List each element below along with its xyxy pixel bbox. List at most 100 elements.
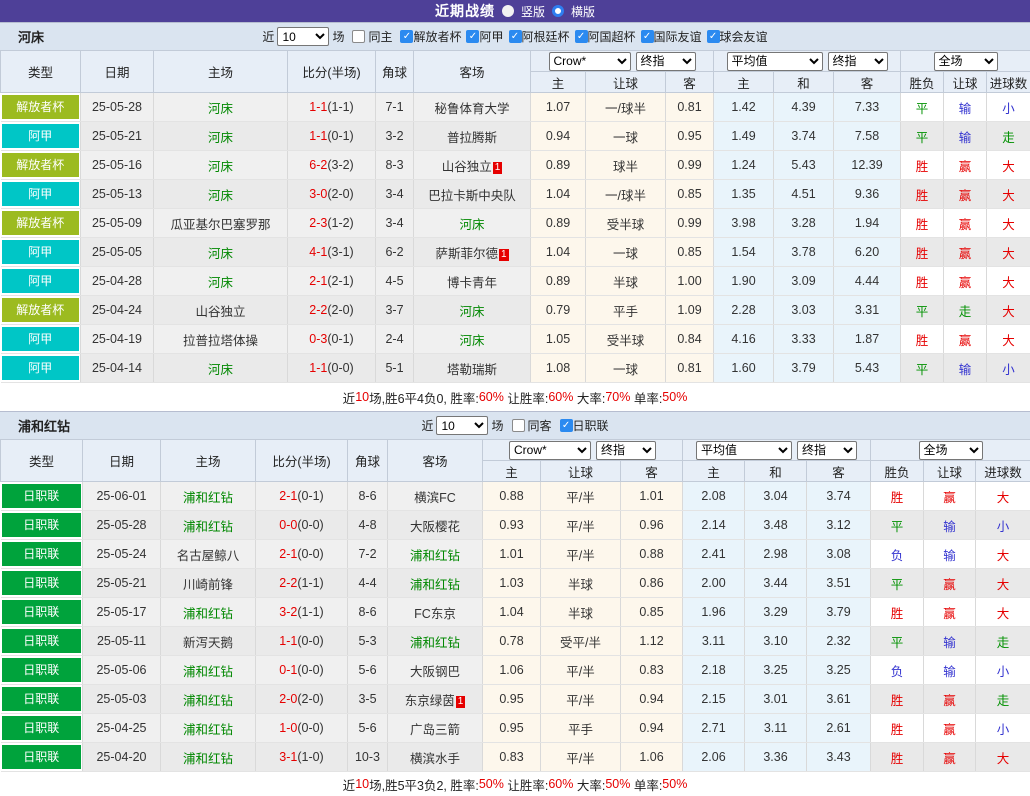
- halftime-score: (2-0): [327, 303, 353, 317]
- result-handicap: 赢: [924, 482, 976, 511]
- league-badge: 日职联: [2, 745, 82, 769]
- col-avg-away: 客: [834, 72, 901, 93]
- match-date: 25-05-16: [81, 151, 154, 180]
- halftime-score: (2-1): [327, 274, 353, 288]
- avg-away-odds: 5.43: [834, 354, 901, 383]
- league-filter-checkbox[interactable]: ✓: [575, 30, 588, 43]
- result-goals: 小: [987, 354, 1030, 383]
- league-filter-checkbox[interactable]: ✓: [400, 30, 413, 43]
- away-team-cell: 大阪钢巴: [388, 656, 483, 685]
- corner-score: 10-3: [348, 743, 388, 772]
- league-filter-checkbox[interactable]: ✓: [641, 30, 654, 43]
- avg-home-odds: 1.24: [714, 151, 774, 180]
- avg-draw-odds: 3.28: [774, 209, 834, 238]
- final-odds-select[interactable]: 终指: [636, 52, 696, 71]
- match-date: 25-05-28: [81, 93, 154, 122]
- handicap-line: 受平/半: [541, 627, 621, 656]
- match-date: 25-05-17: [83, 598, 161, 627]
- home-team-cell: 河床: [154, 180, 288, 209]
- odds-provider-select[interactable]: Crow*: [549, 52, 631, 71]
- handicap-home-odds: 1.01: [483, 540, 541, 569]
- fulltime-score: 2-2: [309, 303, 327, 317]
- match-date: 25-04-24: [81, 296, 154, 325]
- col-goals-result: 进球数: [976, 461, 1030, 482]
- score-cell: 2-1(0-1): [256, 482, 348, 511]
- league-badge: 解放者杯: [2, 95, 80, 119]
- same-away-checkbox[interactable]: [512, 419, 525, 432]
- result-winloss: 平: [901, 93, 944, 122]
- match-date: 25-05-03: [83, 685, 161, 714]
- match-date: 25-05-06: [83, 656, 161, 685]
- league-filter-checkbox[interactable]: ✓: [560, 419, 573, 432]
- away-team-name: 河床: [459, 334, 484, 348]
- match-date: 25-04-28: [81, 267, 154, 296]
- average-odds-select[interactable]: 平均值: [696, 441, 792, 460]
- stats-summary-river-plate: 近10场,胜6平4负0, 胜率:60% 让胜率:60% 大率:70% 单率:50…: [0, 383, 1030, 411]
- home-team-name: 浦和红钻: [183, 520, 233, 534]
- result-goals: 小: [976, 656, 1030, 685]
- home-team-name: 浦和红钻: [183, 752, 233, 766]
- league-filter-checkbox[interactable]: ✓: [466, 30, 479, 43]
- handicap-home-odds: 1.07: [531, 93, 586, 122]
- result-goals: 大: [976, 743, 1030, 772]
- scope-select[interactable]: 全场: [919, 441, 983, 460]
- corner-score: 8-3: [376, 151, 414, 180]
- league-filter-checkbox[interactable]: ✓: [509, 30, 522, 43]
- away-team-cell: 浦和红钻: [388, 569, 483, 598]
- red-card-badge: 1: [456, 696, 466, 708]
- away-team-name: 东京绿茵: [405, 694, 455, 708]
- red-card-badge: 1: [499, 249, 509, 261]
- league-badge: 解放者杯: [2, 298, 80, 322]
- match-row: 阿甲 25-04-19 拉普拉塔体操 0-3(0-1) 2-4 河床 1.05 …: [1, 325, 1030, 354]
- score-cell: 2-0(2-0): [256, 685, 348, 714]
- avg-home-odds: 4.16: [714, 325, 774, 354]
- home-team-name: 河床: [208, 276, 233, 290]
- avg-home-odds: 2.08: [683, 482, 745, 511]
- home-team-cell: 河床: [154, 122, 288, 151]
- home-team-name: 瓜亚基尔巴塞罗那: [170, 218, 270, 232]
- result-winloss: 负: [871, 656, 924, 685]
- league-filter-label: 阿甲: [479, 28, 503, 45]
- odds-provider-select[interactable]: Crow*: [509, 441, 591, 460]
- result-goals: 小: [976, 511, 1030, 540]
- score-cell: 3-2(1-1): [256, 598, 348, 627]
- match-count-select[interactable]: 10: [436, 416, 488, 435]
- scope-select[interactable]: 全场: [934, 52, 998, 71]
- handicap-line: 平/半: [541, 482, 621, 511]
- vertical-layout-radio[interactable]: [502, 5, 514, 17]
- result-handicap: 赢: [944, 151, 987, 180]
- summary-text: 近: [343, 388, 356, 407]
- corner-score: 3-5: [348, 685, 388, 714]
- match-count-select[interactable]: 10: [277, 27, 329, 46]
- avg-home-odds: 1.42: [714, 93, 774, 122]
- league-filter-checkbox[interactable]: ✓: [707, 30, 720, 43]
- average-odds-select[interactable]: 平均值: [727, 52, 823, 71]
- handicap-line: 一球: [586, 122, 666, 151]
- avg-home-odds: 2.00: [683, 569, 745, 598]
- handicap-home-odds: 0.89: [531, 151, 586, 180]
- league-filter-label: 国际友谊: [654, 28, 702, 45]
- col-date: 日期: [81, 51, 154, 93]
- home-team-cell: 山谷独立: [154, 296, 288, 325]
- score-cell: 0-3(0-1): [288, 325, 376, 354]
- result-handicap: 赢: [944, 180, 987, 209]
- result-handicap: 赢: [924, 598, 976, 627]
- same-home-checkbox[interactable]: [352, 30, 365, 43]
- handicap-away-odds: 0.84: [666, 325, 714, 354]
- final-odds-select[interactable]: 终指: [596, 441, 656, 460]
- final-avg-select[interactable]: 终指: [797, 441, 857, 460]
- home-team-cell: 拉普拉塔体操: [154, 325, 288, 354]
- home-team-name: 浦和红钻: [183, 607, 233, 621]
- corner-score: 3-2: [376, 122, 414, 151]
- same-away-label: 同客: [528, 417, 552, 434]
- summary-text: 场,胜6平4负0, 胜率:: [369, 388, 479, 407]
- league-badge-cell: 日职联: [1, 598, 83, 627]
- horizontal-layout-radio[interactable]: [552, 5, 564, 17]
- final-avg-select[interactable]: 终指: [828, 52, 888, 71]
- league-filter-group: ✓解放者杯✓阿甲✓阿根廷杯✓阿国超杯✓国际友谊✓球会友谊: [395, 28, 767, 45]
- handicap-away-odds: 0.85: [621, 598, 683, 627]
- fulltime-score: 3-2: [279, 605, 297, 619]
- result-goals: 大: [976, 540, 1030, 569]
- away-team-name: 博卡青年: [447, 276, 497, 290]
- summary-text: 单率:: [630, 775, 662, 794]
